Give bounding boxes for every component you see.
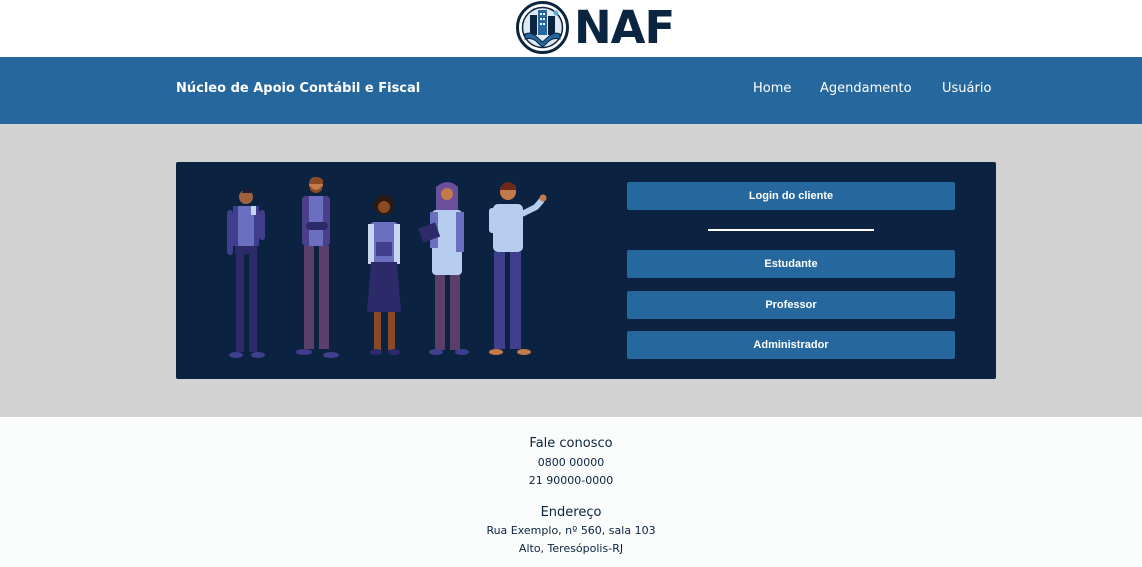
person-2 [296, 176, 339, 358]
main-section: Login do cliente Estudante Professor Adm… [0, 124, 1142, 417]
person-4 [418, 182, 469, 355]
building-hands-emblem-icon [516, 1, 569, 54]
administrador-button[interactable]: Administrador [627, 331, 955, 359]
logo-text: NAF [574, 1, 675, 54]
address-heading: Endereço [540, 505, 602, 520]
login-card: Login do cliente Estudante Professor Adm… [176, 162, 996, 379]
footer: Fale conosco 0800 00000 21 90000-0000 En… [0, 417, 1142, 567]
contact-heading: Fale conosco [529, 436, 613, 451]
address-line-2: Alto, Teresópolis-RJ [518, 542, 624, 555]
login-client-button[interactable]: Login do cliente [627, 182, 955, 210]
person-1 [227, 187, 265, 358]
nav-home[interactable]: Home [753, 81, 791, 96]
person-5 [489, 181, 547, 355]
phone-1: 0800 00000 [537, 456, 605, 469]
divider [708, 229, 874, 231]
group-of-people-illustration [227, 176, 547, 358]
navbar: Núcleo de Apoio Contábil e Fiscal Home A… [0, 57, 1142, 124]
naf-logo[interactable]: NAF [512, 0, 675, 56]
estudante-button[interactable]: Estudante [627, 250, 955, 278]
person-3 [367, 195, 401, 355]
logo-bar: NAF [0, 0, 1142, 57]
brand-title[interactable]: Núcleo de Apoio Contábil e Fiscal [176, 81, 420, 96]
nav-usuario[interactable]: Usuário [942, 81, 991, 96]
nav-agendamento[interactable]: Agendamento [820, 81, 912, 96]
professor-button[interactable]: Professor [627, 291, 955, 319]
phone-2: 21 90000-0000 [528, 474, 614, 487]
address-line-1: Rua Exemplo, nº 560, sala 103 [486, 524, 656, 537]
